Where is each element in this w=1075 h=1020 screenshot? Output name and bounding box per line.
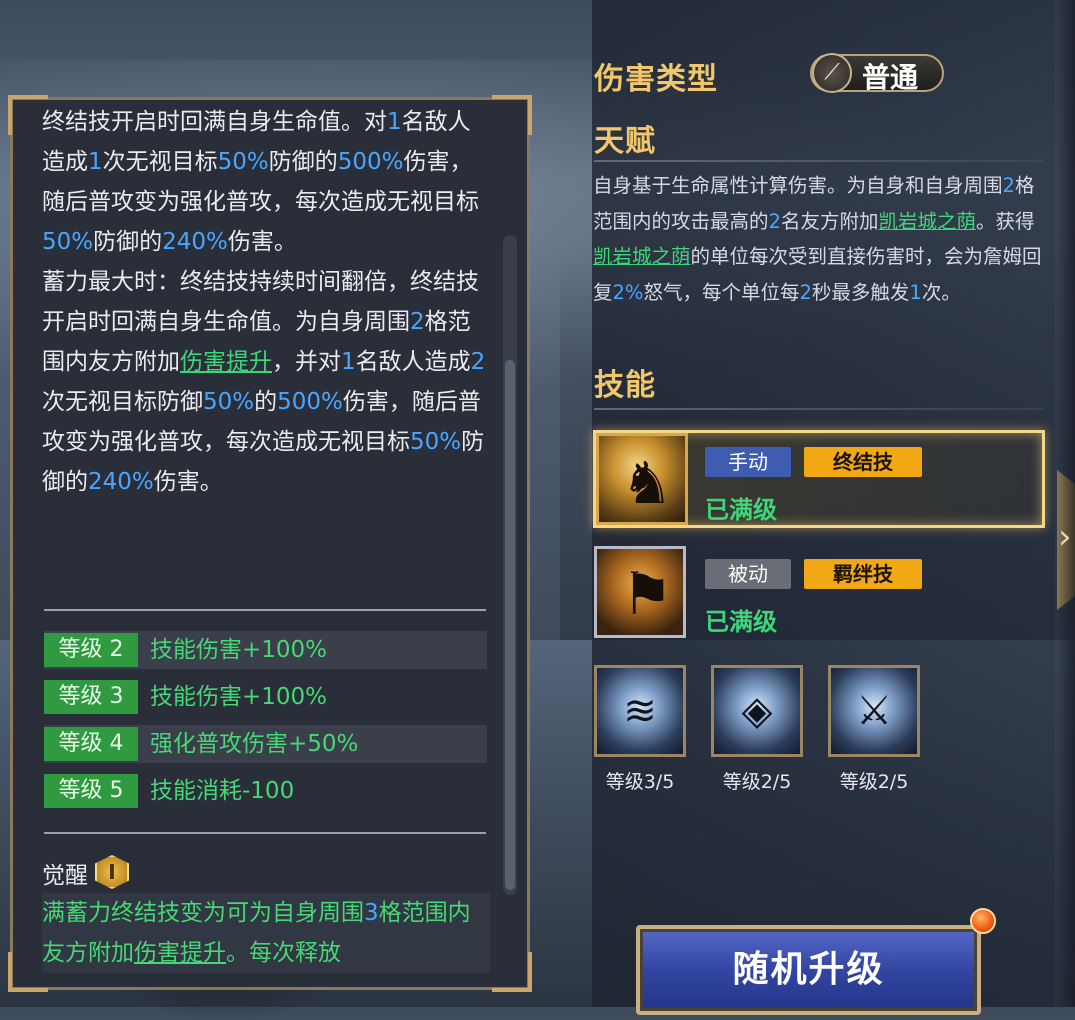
skill-desc-text: 次无视目标 — [102, 149, 218, 175]
awaken-label: 觉醒 — [42, 863, 88, 889]
skills-title: 技能 — [594, 368, 656, 403]
skills-divider — [594, 408, 1044, 410]
level-badge: 等级 4 — [44, 727, 138, 761]
tooltip-divider — [44, 609, 486, 611]
skill-tag-manual: 手动 — [705, 447, 791, 477]
skill-desc-text: 伤害。 — [227, 229, 297, 255]
skill-status: 已满级 — [705, 496, 777, 524]
skill-desc-text: 防御的 — [93, 229, 163, 255]
talent-text: 1 — [909, 280, 922, 304]
frame-corner — [492, 95, 532, 135]
awaken-description: 满蓄力终结技变为可为自身周围3格范围内友方附加伤害提升。每次释放 — [42, 893, 490, 973]
skill-desc-text: 1 — [88, 149, 103, 175]
skill-tag-ultimate: 终结技 — [804, 447, 922, 477]
sword-strike-icon[interactable]: ⚔ — [828, 665, 920, 757]
skill-desc-text: 次无视目标防御 — [42, 389, 203, 415]
skill-desc-text: 1 — [341, 349, 356, 375]
skill-desc-text: 240% — [162, 229, 228, 255]
awaken-text: 。每次释放 — [226, 940, 341, 966]
random-upgrade-label[interactable]: 随机升级 — [636, 940, 981, 992]
awaken-text: 3 — [364, 900, 379, 926]
chevron-right-icon[interactable]: › — [1058, 520, 1072, 554]
awaken-link[interactable]: 伤害提升 — [134, 940, 226, 966]
skill-desc-text: 2 — [470, 349, 486, 375]
mini-skill-level: 等级2/5 — [722, 771, 792, 793]
talent-text: 怒气，每个单位每 — [643, 280, 800, 304]
skill-tag-passive: 被动 — [705, 559, 791, 589]
talent-text: 自身基于生命属性计算伤害。为自身和自身周围 — [593, 174, 1003, 197]
skill-desc-text: 50% — [410, 429, 462, 455]
mini-skill-level: 等级3/5 — [605, 771, 675, 793]
skill-desc-text: 240% — [88, 469, 154, 495]
talent-text: 。获得 — [975, 209, 1035, 233]
talent-text: 名友方附加 — [780, 209, 879, 233]
talent-text: 2 — [1002, 174, 1015, 197]
skill-desc-text: 50% — [203, 389, 255, 415]
level-effect: 技能伤害+100% — [150, 637, 328, 663]
skill-desc-text: 2 — [410, 309, 425, 335]
shield-swirl-icon[interactable]: ◈ — [711, 665, 803, 757]
damage-type-title: 伤害类型 — [594, 62, 718, 97]
skill-desc-text: 50% — [42, 229, 94, 255]
frame-corner — [492, 952, 532, 992]
skill-desc-text: 的 — [254, 389, 278, 415]
level-badge: 等级 2 — [44, 633, 138, 667]
skill-tag-bond: 羁绊技 — [804, 559, 922, 589]
skill-desc-text: 500% — [277, 389, 343, 415]
talent-title: 天赋 — [594, 124, 656, 159]
talent-text: 2 — [799, 280, 812, 304]
damage-type-value: 普通 — [862, 61, 919, 94]
awaken-text: 满蓄力终结技变为可为自身周围 — [42, 900, 364, 926]
level-effect: 技能消耗-100 — [150, 778, 295, 804]
skill-desc-text: 500% — [337, 149, 404, 175]
talent-text: 2 — [768, 209, 781, 233]
talent-description: 自身基于生命属性计算伤害。为自身和自身周围2格范围内的攻击最高的2名友方附加凯岩… — [593, 168, 1043, 310]
skill-desc-link[interactable]: 伤害提升 — [180, 349, 272, 375]
talent-text: 秒最多触发 — [811, 280, 910, 304]
talent-link[interactable]: 凯岩城之荫 — [593, 245, 691, 268]
talent-text: 2% — [612, 280, 644, 304]
level-effect: 强化普攻伤害+50% — [150, 731, 359, 757]
war-flag-icon[interactable]: ⚑ — [594, 546, 686, 638]
skill-status: 已满级 — [705, 608, 777, 636]
skill-desc-text: 名敌人造成 — [355, 349, 471, 375]
tooltip-scroll-thumb[interactable] — [505, 360, 515, 890]
talent-text: 次。 — [921, 280, 961, 304]
level-badge: 等级 3 — [44, 680, 138, 714]
talent-divider — [594, 160, 1044, 162]
skill-desc-text: 防御的 — [268, 149, 338, 175]
skill-description: 终结技开启时回满自身生命值。对1名敌人造成1次无视目标50%防御的500%伤害，… — [42, 102, 490, 502]
level-badge: 等级 5 — [44, 774, 138, 808]
skill-desc-text: 终结技开启时回满自身生命值。对 — [42, 109, 387, 135]
level-effect: 技能伤害+100% — [150, 684, 328, 710]
tooltip-divider — [44, 832, 486, 834]
mini-skill-level: 等级2/5 — [839, 771, 909, 793]
skill-desc-text: ，并对 — [272, 349, 341, 375]
knight-banner-icon[interactable]: ♞ — [596, 433, 688, 525]
skill-desc-text: 伤害。 — [153, 469, 223, 495]
feather-blade-icon: ⟋ — [812, 53, 852, 93]
talent-link[interactable]: 凯岩城之荫 — [878, 210, 976, 233]
notification-dot — [970, 908, 996, 934]
skill-desc-text: 1 — [387, 109, 402, 135]
wind-slash-icon[interactable]: ≋ — [594, 665, 686, 757]
skill-desc-text: 50% — [217, 149, 269, 175]
